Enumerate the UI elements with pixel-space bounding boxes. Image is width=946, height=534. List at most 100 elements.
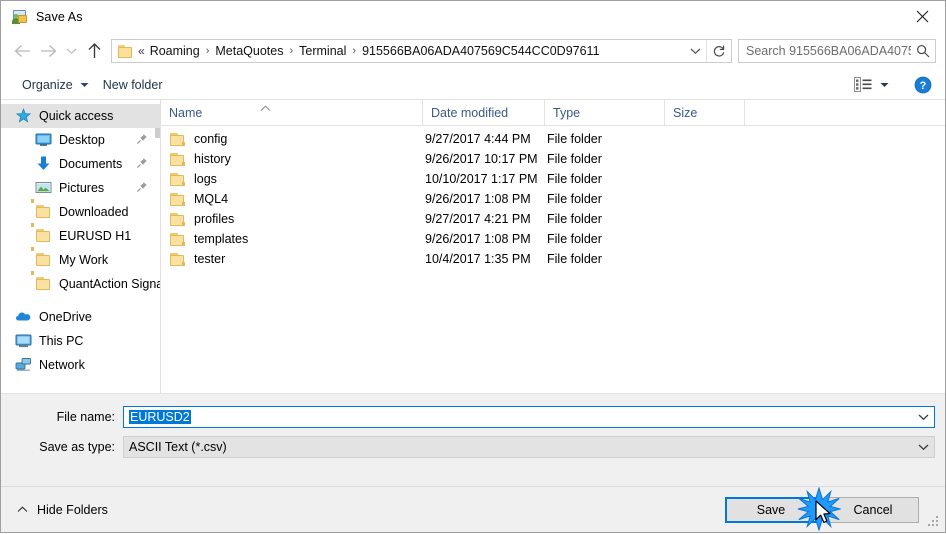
- folder-icon: [169, 192, 186, 207]
- save-as-type-select[interactable]: ASCII Text (*.csv): [123, 436, 935, 458]
- hide-folders-button[interactable]: Hide Folders: [11, 503, 108, 517]
- organize-button[interactable]: Organize: [15, 74, 96, 96]
- address-dropdown-button[interactable]: [684, 40, 706, 62]
- column-header-type[interactable]: Type: [545, 100, 665, 125]
- search-button[interactable]: [911, 40, 935, 62]
- folder-icon: [31, 247, 52, 268]
- sidebar-item-label: OneDrive: [39, 310, 92, 324]
- save-as-type-row: Save as type: ASCII Text (*.csv): [1, 436, 945, 458]
- back-button[interactable]: [9, 38, 35, 64]
- file-name-value[interactable]: EURUSD2: [124, 410, 912, 424]
- new-folder-button[interactable]: New folder: [96, 74, 170, 96]
- dialog-body: Quick access Desktop Documents Pictures …: [1, 100, 945, 394]
- file-date: 10/10/2017 1:17 PM: [425, 172, 538, 186]
- folder-icon: [169, 232, 186, 247]
- sidebar-item-my-work[interactable]: My Work: [1, 247, 160, 272]
- sidebar-divider: [1, 296, 160, 305]
- view-options-button[interactable]: [850, 74, 893, 96]
- breadcrumb-separator: ›: [289, 44, 294, 57]
- star-icon: [15, 108, 32, 124]
- address-bar[interactable]: « Roaming › MetaQuotes › Terminal › 9155…: [111, 39, 732, 63]
- search-icon: [917, 45, 930, 58]
- file-date: 9/27/2017 4:21 PM: [425, 212, 531, 226]
- file-name-dropdown-button[interactable]: [912, 413, 934, 421]
- breadcrumb-item-terminal[interactable]: Terminal: [296, 43, 349, 59]
- table-row[interactable]: history 9/26/2017 10:17 PM File folder: [161, 149, 945, 169]
- chevron-down-icon: [880, 82, 889, 88]
- svg-text:?: ?: [920, 80, 927, 92]
- table-row[interactable]: profiles 9/27/2017 4:21 PM File folder: [161, 209, 945, 229]
- sidebar-item-this-pc[interactable]: This PC: [1, 329, 160, 353]
- file-name: history: [194, 152, 231, 166]
- column-header-name[interactable]: Name: [161, 100, 423, 125]
- documents-icon: [35, 156, 52, 172]
- pin-icon[interactable]: [136, 157, 148, 169]
- table-row[interactable]: logs 10/10/2017 1:17 PM File folder: [161, 169, 945, 189]
- folder-icon: [31, 199, 52, 220]
- sidebar-item-quantaction-signal[interactable]: QuantAction Signal: [1, 271, 160, 296]
- sidebar-item-documents[interactable]: Documents: [1, 152, 160, 176]
- sidebar-item-label: Pictures: [59, 181, 105, 195]
- this-pc-icon: [15, 333, 32, 349]
- sidebar-item-network[interactable]: Network: [1, 353, 160, 377]
- sidebar-item-onedrive[interactable]: OneDrive: [1, 305, 160, 329]
- up-button[interactable]: [81, 38, 107, 64]
- breadcrumb-item-metaquotes[interactable]: MetaQuotes: [212, 43, 286, 59]
- sidebar-item-desktop[interactable]: Desktop: [1, 128, 160, 152]
- cancel-button[interactable]: Cancel: [827, 496, 919, 523]
- resize-grip-icon[interactable]: [928, 516, 940, 528]
- file-rows: config 9/27/2017 4:44 PM File folder his…: [161, 126, 945, 393]
- column-header-date-modified[interactable]: Date modified: [423, 100, 545, 125]
- chevron-down-icon: [918, 444, 928, 451]
- command-bar: Organize New folder ?: [1, 70, 945, 100]
- folder-icon: [31, 223, 52, 244]
- column-header-size[interactable]: Size: [665, 100, 745, 125]
- file-name-row: File name: EURUSD2: [1, 406, 945, 428]
- pin-icon[interactable]: [136, 133, 148, 145]
- pin-icon[interactable]: [136, 181, 148, 193]
- breadcrumb-separator: ›: [352, 44, 357, 57]
- search-box[interactable]: Search 915566BA06ADA40756...: [738, 39, 936, 63]
- breadcrumb-item-instance[interactable]: 915566BA06ADA407569C544CC0D97611: [359, 43, 602, 59]
- close-button[interactable]: [899, 1, 945, 31]
- file-date: 9/27/2017 4:44 PM: [425, 132, 531, 146]
- table-row[interactable]: MQL4 9/26/2017 1:08 PM File folder: [161, 189, 945, 209]
- save-as-type-label: Save as type:: [39, 440, 115, 454]
- sidebar-item-quick-access[interactable]: Quick access: [1, 104, 160, 128]
- sidebar-item-pictures[interactable]: Pictures: [1, 176, 160, 200]
- sidebar-item-downloaded[interactable]: Downloaded: [1, 199, 160, 224]
- recent-locations-icon: [66, 48, 76, 55]
- view-options-icon: [854, 77, 872, 92]
- recent-locations-button[interactable]: [61, 38, 81, 64]
- chevron-down-icon: [690, 48, 700, 55]
- file-name-label: File name:: [56, 410, 115, 424]
- folder-icon: [31, 271, 52, 292]
- refresh-button[interactable]: [706, 40, 731, 62]
- table-row[interactable]: templates 9/26/2017 1:08 PM File folder: [161, 229, 945, 249]
- save-as-dialog: Save As « Roaming › MetaQuotes › Termina…: [0, 0, 946, 533]
- table-row[interactable]: config 9/27/2017 4:44 PM File folder: [161, 129, 945, 149]
- file-name-cell: history: [161, 152, 423, 167]
- save-form: File name: EURUSD2 Save as type: ASCII T…: [1, 394, 945, 486]
- forward-button[interactable]: [35, 38, 61, 64]
- folder-icon: [169, 132, 186, 147]
- table-row[interactable]: tester 10/4/2017 1:35 PM File folder: [161, 249, 945, 269]
- file-type: File folder: [547, 252, 602, 266]
- column-headers: Name Date modified Type Size: [161, 100, 945, 126]
- breadcrumb-item-roaming[interactable]: Roaming: [147, 43, 203, 59]
- save-as-type-dropdown-button[interactable]: [912, 443, 934, 451]
- save-button[interactable]: Save: [725, 496, 817, 523]
- help-button[interactable]: ?: [913, 75, 933, 95]
- file-date: 9/26/2017 1:08 PM: [425, 232, 531, 246]
- sidebar-item-label: My Work: [59, 253, 109, 267]
- file-name-input[interactable]: EURUSD2: [123, 406, 935, 428]
- sidebar-item-eurusd-h1[interactable]: EURUSD H1: [1, 223, 160, 248]
- chevron-down-icon: [80, 82, 89, 88]
- back-arrow-icon: [14, 45, 30, 57]
- sidebar-item-label: Desktop: [59, 133, 105, 147]
- sidebar-item-label: Network: [39, 358, 85, 372]
- file-type: File folder: [547, 132, 602, 146]
- file-name-cell: logs: [161, 172, 423, 187]
- search-input[interactable]: Search 915566BA06ADA40756...: [739, 44, 911, 58]
- breadcrumb-overflow[interactable]: «: [137, 45, 147, 57]
